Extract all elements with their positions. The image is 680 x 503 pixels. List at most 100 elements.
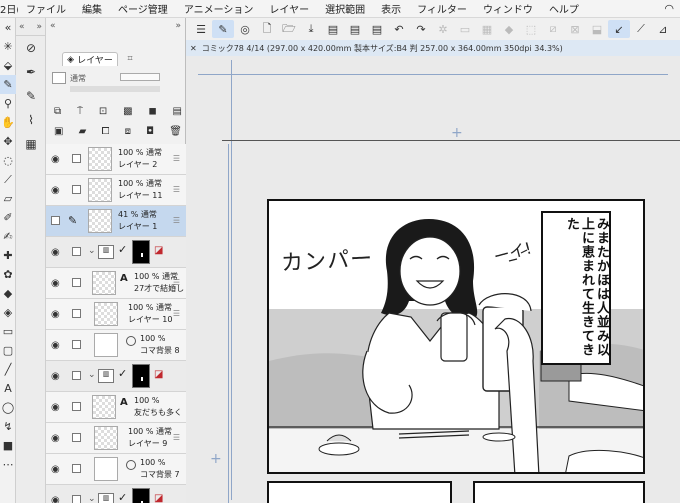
zoom-icon[interactable]: ⚲	[0, 94, 16, 113]
snap-special-ruler-icon[interactable]: ⟋	[630, 20, 652, 38]
pen-tool-icon[interactable]: ✎	[0, 75, 16, 94]
tab-layer[interactable]: ◈ レイヤー	[62, 52, 118, 66]
menu-file[interactable]: ファイル	[18, 1, 74, 16]
folder-row[interactable]: ◉ ⌄ ▥ ✓ ◪	[46, 237, 186, 268]
correct-line-icon[interactable]: ↯	[0, 417, 16, 436]
layer-checkbox[interactable]	[72, 340, 81, 349]
open-folder-icon[interactable]: 🗁	[278, 20, 300, 38]
eye-icon[interactable]: ◉	[51, 340, 60, 351]
drag-handle-icon[interactable]: ☰	[173, 154, 180, 163]
layer-checkbox[interactable]	[51, 216, 60, 225]
frame-icon[interactable]: ▢	[0, 341, 16, 360]
eraser-icon[interactable]: ▱	[0, 189, 16, 208]
layer-row[interactable]: ◉ A 100 % 通常 27才で結婚し ☰	[46, 268, 186, 299]
eye-icon[interactable]: ◉	[51, 278, 60, 289]
chevron-down-icon[interactable]: ⌄	[88, 494, 96, 503]
layer-checkbox[interactable]	[72, 402, 81, 411]
menu-icon[interactable]: ☰	[190, 20, 212, 38]
blend-icon[interactable]: ✿	[0, 265, 16, 284]
drag-handle-icon[interactable]: ☰	[173, 309, 180, 318]
more-tools-icon[interactable]: ⋯	[0, 455, 16, 474]
canvas-area[interactable]: + + カンパー ーイ! みまたかほは人並み以上に恵まれて生きてきた	[186, 56, 680, 503]
menu-view[interactable]: 表示	[373, 1, 409, 16]
text-tool-icon[interactable]: A	[0, 379, 16, 398]
menu-layer[interactable]: レイヤー	[261, 1, 317, 16]
eye-icon[interactable]: ◉	[51, 433, 60, 444]
brush-group-icon[interactable]: ✎	[16, 84, 46, 108]
eye-icon[interactable]: ◉	[51, 154, 60, 165]
export-png-icon[interactable]: ▤	[344, 20, 366, 38]
decoration-icon[interactable]: ✚	[0, 246, 16, 265]
menu-animation[interactable]: アニメーション	[176, 1, 262, 16]
drop-icon[interactable]: ◆	[0, 284, 16, 303]
clip-icon[interactable]: ⧉	[54, 106, 61, 120]
balloon-icon[interactable]: ◯	[0, 398, 16, 417]
layer-checkbox[interactable]	[72, 278, 81, 287]
clip-studio-icon[interactable]: ◎	[234, 20, 256, 38]
eye-icon[interactable]: ◉	[51, 371, 60, 382]
no-entry-icon[interactable]: ⊘	[16, 36, 46, 60]
ruler-icon[interactable]: ╱	[0, 360, 16, 379]
layer-checkbox[interactable]	[72, 309, 81, 318]
layer-checkbox[interactable]	[72, 433, 81, 442]
menu-help[interactable]: ヘルプ	[541, 1, 587, 16]
folder-row[interactable]: ◉ ⌄ ▥ ✓ ◪	[46, 485, 186, 503]
drag-handle-icon[interactable]: ☰	[173, 278, 180, 287]
layer-color-swatch[interactable]	[52, 72, 66, 84]
apply-mask-icon[interactable]: ◘	[146, 126, 154, 140]
new-file-icon[interactable]: 🗋	[256, 20, 278, 38]
ref-layer-icon[interactable]: ⍑	[77, 106, 83, 120]
menu-window[interactable]: ウィンドウ	[475, 1, 541, 16]
delete-layer-icon[interactable]: 🗑	[169, 126, 182, 140]
expand-icon[interactable]: »	[175, 21, 181, 31]
fill-selection-icon[interactable]: ◆	[498, 20, 520, 38]
hand-icon[interactable]: ✋	[0, 113, 16, 132]
blend-mode-select[interactable]: 通常	[70, 73, 86, 84]
layer-checkbox[interactable]	[72, 495, 81, 503]
fill-icon[interactable]: ⬙	[0, 56, 16, 75]
mask-icon[interactable]: ◼	[148, 106, 156, 120]
clear-outside-icon[interactable]: ▦	[476, 20, 498, 38]
export-psd-icon[interactable]: ▤	[366, 20, 388, 38]
figure-icon[interactable]: ▭	[0, 322, 16, 341]
chevron-down-icon[interactable]: ⌄	[88, 370, 96, 380]
copy-layer-icon[interactable]: ⧠	[101, 126, 109, 140]
export-jpg-icon[interactable]: ▤	[322, 20, 344, 38]
snap-ruler-icon[interactable]: ↙	[608, 20, 630, 38]
lock-icon[interactable]: ⊡	[99, 106, 107, 120]
move-icon[interactable]: ✥	[0, 132, 16, 151]
eye-icon[interactable]: ◉	[51, 495, 60, 503]
color-swatch-icon[interactable]: ■	[0, 436, 16, 455]
airbrush-icon[interactable]: ✍	[0, 227, 16, 246]
layer-checkbox[interactable]	[72, 185, 81, 194]
layer-row[interactable]: ◉ 100 % コマ背景 8	[46, 330, 186, 361]
layer-row[interactable]: ◉ A 100 % 友だちも多く	[46, 392, 186, 423]
redo-icon[interactable]: ↷	[410, 20, 432, 38]
menu-selection[interactable]: 選択範囲	[317, 1, 373, 16]
eyedropper-icon[interactable]: ⟋	[0, 170, 16, 189]
eye-icon[interactable]: ◉	[51, 402, 60, 413]
eye-icon[interactable]: ◉	[51, 464, 60, 475]
brush-icon[interactable]: ✐	[0, 208, 16, 227]
save-icon[interactable]: ⤓	[300, 20, 322, 38]
eye-icon[interactable]: ◉	[51, 309, 60, 320]
layer-row[interactable]: ◉ 100 % 通常 レイヤー 10 ☰	[46, 299, 186, 330]
tone-icon[interactable]: ▦	[16, 132, 46, 156]
deselect-icon[interactable]: ⧄	[542, 20, 564, 38]
merge-icon[interactable]: ⧈	[125, 126, 131, 140]
select-all-icon[interactable]: ⊠	[564, 20, 586, 38]
opacity-slider[interactable]	[70, 86, 160, 92]
menu-edit[interactable]: 編集	[74, 1, 110, 16]
pen-group-icon[interactable]: ✒	[16, 60, 46, 84]
gradient-icon[interactable]: ◈	[0, 303, 16, 322]
tab-other[interactable]: ⌗	[120, 52, 140, 66]
undo-icon[interactable]: ↶	[388, 20, 410, 38]
snap-grid-icon[interactable]: ⊿	[652, 20, 674, 38]
folder-row[interactable]: ◉ ⌄ ▥ ✓ ◪	[46, 361, 186, 392]
lock-transparent-icon[interactable]: ▩	[123, 106, 132, 120]
collapse-right-icon[interactable]: »	[36, 22, 42, 32]
layer-checkbox[interactable]	[72, 154, 81, 163]
lasso-icon[interactable]: ◌	[0, 151, 16, 170]
menu-filter[interactable]: フィルター	[409, 1, 475, 16]
collapse-icon[interactable]: «	[0, 18, 16, 37]
